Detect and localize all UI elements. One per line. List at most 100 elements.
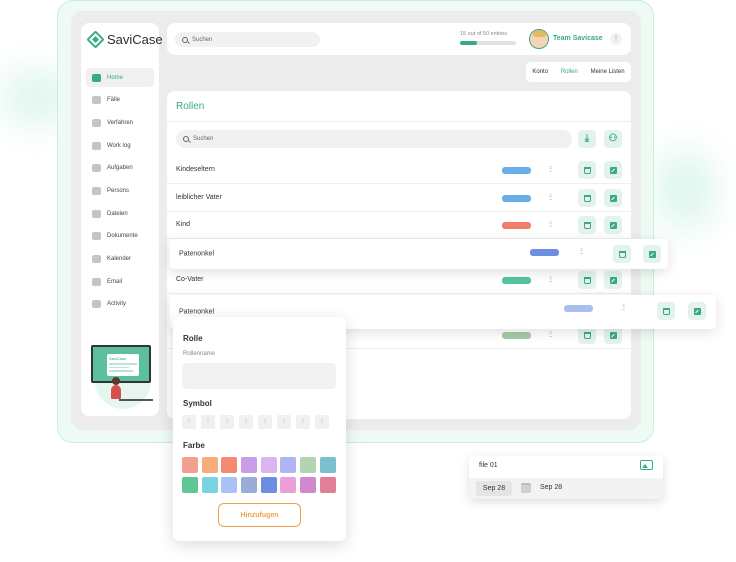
color-option[interactable]	[182, 477, 198, 493]
table-row[interactable]: Kind ⫶⫶	[167, 212, 631, 239]
image-icon[interactable]	[640, 460, 653, 470]
edit-button[interactable]	[604, 161, 622, 179]
color-option[interactable]	[201, 457, 218, 473]
illustration-line	[109, 366, 129, 369]
symbol-title: Symbol	[183, 399, 212, 408]
color-option[interactable]	[221, 477, 238, 493]
symbol-option-icon[interactable]: ⫶⫶	[220, 415, 234, 429]
color-option[interactable]	[221, 457, 238, 473]
delete-button[interactable]	[578, 189, 596, 207]
role-symbol-icon: ⫶⫶	[549, 330, 552, 339]
sidebar-item-persons[interactable]: Persons	[86, 181, 154, 200]
avatar[interactable]	[529, 29, 549, 49]
edit-button[interactable]	[604, 189, 622, 207]
delete-button[interactable]	[613, 245, 631, 263]
sidebar-item-work-log[interactable]: Work log	[86, 136, 154, 155]
sidebar-item-aufgaben[interactable]: Aufgaben	[86, 159, 154, 178]
header-search[interactable]: Suchen	[175, 32, 320, 47]
symbol-option-icon[interactable]: ⫶⫶	[258, 415, 272, 429]
sidebar-item-f-lle[interactable]: Fälle	[86, 91, 154, 110]
sidebar-item-label: Home	[107, 74, 124, 81]
search-icon	[183, 136, 189, 142]
role-color	[502, 332, 531, 339]
role-color	[564, 305, 593, 312]
add-role-button[interactable]: Hinzufugen	[218, 503, 301, 527]
sidebar-item-kalender[interactable]: Kalender	[86, 250, 154, 269]
illustration-line	[109, 363, 137, 365]
sidebar-item-dokumente[interactable]: Dokumente	[86, 227, 154, 246]
people-button[interactable]: ⚇	[604, 130, 622, 148]
symbol-option-icon[interactable]: ⫶⫶	[201, 415, 215, 429]
color-option[interactable]	[260, 457, 277, 473]
tab-konto[interactable]: Konto	[532, 69, 548, 75]
illustration-line	[109, 370, 133, 372]
sidebar-item-label: Persons	[107, 187, 130, 194]
symbol-option-icon[interactable]: ⫶⫶	[239, 415, 253, 429]
file-card[interactable]: file 01 Sep 28 Sep 28	[469, 456, 663, 499]
entries-progress-fill	[460, 41, 477, 45]
floating-table-row[interactable]: Patenonkel ⫶⫶	[170, 239, 668, 269]
nodes-icon	[92, 96, 101, 105]
color-option[interactable]	[260, 477, 277, 493]
sidebar-item-activity[interactable]: Activity	[86, 295, 154, 314]
app-logo[interactable]: SaviCase	[86, 30, 163, 49]
more-menu-icon[interactable]: ⋮	[610, 33, 622, 45]
color-option[interactable]	[241, 457, 258, 473]
sidebar-item-email[interactable]: Email	[86, 272, 154, 291]
color-option[interactable]	[280, 457, 297, 473]
edit-button[interactable]	[604, 216, 622, 234]
selected-date[interactable]: Sep 28	[476, 481, 512, 496]
people-icon	[92, 186, 101, 195]
role-symbol-icon: ⫶⫶	[549, 275, 552, 284]
color-option[interactable]	[241, 477, 258, 493]
tab-rollen[interactable]: Rollen	[561, 69, 578, 75]
color-option[interactable]	[201, 477, 218, 493]
role-symbol-icon: ⫶⫶	[549, 193, 552, 202]
symbol-option-icon[interactable]: ⫶⫶	[182, 415, 196, 429]
sidebar-item-label: Work log	[107, 142, 131, 149]
delete-button[interactable]	[578, 271, 596, 289]
role-name: Patenonkel	[179, 250, 215, 258]
table-row[interactable]: Kindeseltern ⫶⫶	[167, 157, 631, 184]
table-row[interactable]: leiblicher Vater ⫶⫶	[167, 185, 631, 212]
app-name: SaviCase	[107, 32, 163, 47]
edit-button[interactable]	[604, 271, 622, 289]
color-option[interactable]	[319, 457, 336, 473]
symbol-option-icon[interactable]: ⫶⫶	[277, 415, 291, 429]
table-row[interactable]: Co-Vater ⫶⫶	[167, 267, 631, 294]
page-title: Rollen	[176, 101, 205, 112]
role-name-input[interactable]	[182, 363, 336, 389]
sidebar-item-label: Verfahren	[107, 119, 134, 126]
edit-button[interactable]	[643, 245, 661, 263]
divider	[167, 121, 631, 122]
symbol-picker: ⫶⫶ ⫶⫶ ⫶⫶ ⫶⫶ ⫶⫶ ⫶⫶ ⫶⫶ ⫶⫶	[182, 415, 329, 429]
calendar-icon[interactable]	[521, 483, 531, 493]
symbol-option-icon[interactable]: ⫶⫶	[315, 415, 329, 429]
people-icon: ⚇	[608, 133, 618, 144]
delete-button[interactable]	[578, 161, 596, 179]
sidebar-item-dateien[interactable]: Dateien	[86, 204, 154, 223]
trash-icon	[583, 221, 591, 229]
tab-meine-listen[interactable]: Meine Listen	[591, 69, 625, 75]
trash-icon	[583, 331, 591, 339]
download-button[interactable]: ⤓	[578, 130, 596, 148]
color-option[interactable]	[280, 477, 297, 493]
sidebar-item-verfahren[interactable]: Verfahren	[86, 113, 154, 132]
roles-search-input[interactable]: Suchen	[176, 130, 572, 148]
sidebar-item-home[interactable]: Home	[86, 68, 154, 87]
team-name[interactable]: Team Savicase	[553, 35, 603, 42]
symbol-option-icon[interactable]: ⫶⫶	[296, 415, 310, 429]
role-symbol-icon: ⫶⫶	[549, 165, 552, 174]
document-icon	[92, 232, 101, 241]
pencil-icon	[609, 194, 617, 202]
delete-button[interactable]	[657, 302, 675, 320]
edit-button[interactable]	[688, 302, 706, 320]
color-option[interactable]	[300, 457, 317, 473]
color-option[interactable]	[182, 457, 198, 473]
delete-button[interactable]	[578, 216, 596, 234]
activity-icon	[92, 300, 101, 309]
tasks-icon	[92, 164, 101, 173]
pencil-icon	[693, 307, 701, 315]
color-option[interactable]	[300, 477, 317, 493]
color-option[interactable]	[319, 477, 336, 493]
